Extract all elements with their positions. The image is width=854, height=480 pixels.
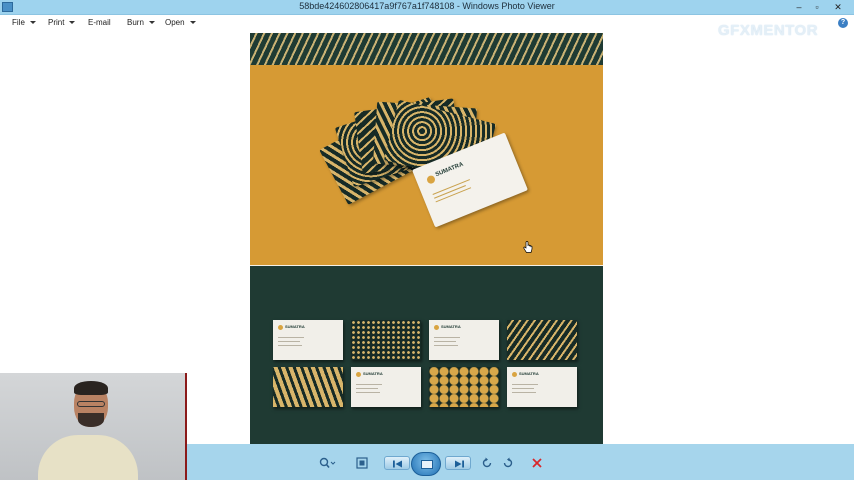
chevron-down-icon	[69, 21, 76, 25]
business-card-zebra-pattern	[507, 320, 577, 360]
business-card-giraffe-pattern	[429, 367, 499, 407]
menu-print[interactable]: Print	[48, 18, 76, 27]
menu-file[interactable]: File	[12, 18, 36, 27]
maximize-button[interactable]: ▫	[808, 0, 826, 14]
business-card-dot-pattern	[351, 320, 421, 360]
displayed-image: SUMATRA SUMATRA SUMATRA SUMATRA SUMATRA	[250, 33, 603, 444]
business-card-front: SUMATRA	[351, 367, 421, 407]
card-text-line	[512, 388, 534, 389]
card-text-line	[356, 384, 382, 385]
card-text-line	[278, 341, 300, 342]
card-text-line	[356, 392, 380, 393]
next-button[interactable]	[445, 456, 471, 470]
card-text-line	[278, 345, 302, 346]
next-icon	[455, 460, 464, 468]
title-bar: 58bde424602806417a9f767a1f748108 - Windo…	[0, 0, 854, 15]
menu-burn-label: Burn	[127, 18, 144, 27]
sun-logo-icon	[434, 325, 439, 330]
previous-button[interactable]	[384, 456, 410, 470]
chevron-down-icon	[148, 21, 155, 25]
menu-open-label: Open	[165, 18, 185, 27]
card-text-line	[434, 337, 460, 338]
card-text-line	[432, 179, 470, 195]
stripe-pattern-band	[250, 33, 603, 65]
card-brand-text: SUMATRA	[441, 324, 461, 329]
slideshow-button[interactable]	[411, 452, 441, 476]
card-text-line	[512, 384, 538, 385]
actual-size-icon[interactable]	[356, 457, 368, 471]
chevron-down-icon	[189, 21, 196, 25]
slideshow-icon	[421, 460, 433, 469]
previous-icon	[393, 460, 402, 468]
card-brand-text: SUMATRA	[434, 161, 465, 179]
card-text-line	[356, 388, 378, 389]
chevron-down-icon	[29, 21, 36, 25]
business-card-tiger-pattern	[273, 367, 343, 407]
menu-file-label: File	[12, 18, 25, 27]
sun-logo-icon	[512, 372, 517, 377]
menu-open[interactable]: Open	[165, 18, 196, 27]
webcam-overlay	[0, 373, 187, 480]
card-text-line	[434, 345, 458, 346]
glasses	[77, 401, 105, 407]
business-card-front: SUMATRA	[273, 320, 343, 360]
sun-logo-icon	[356, 372, 361, 377]
card-text-line	[434, 341, 456, 342]
fanned-cards-photo: SUMATRA	[250, 65, 603, 265]
business-card-front: SUMATRA	[429, 320, 499, 360]
menu-email-label: E-mail	[88, 18, 111, 27]
rotate-counterclockwise-icon[interactable]	[481, 457, 493, 471]
rotate-clockwise-icon[interactable]	[502, 457, 514, 471]
card-text-line	[278, 337, 304, 338]
card-brand-text: SUMATRA	[363, 371, 383, 376]
channel-watermark-logo: GFXMENTOR	[718, 22, 819, 39]
delete-icon[interactable]	[531, 457, 543, 471]
business-card-front: SUMATRA	[507, 367, 577, 407]
card-brand-text: SUMATRA	[285, 324, 305, 329]
card-text-line	[512, 392, 536, 393]
viewer-toolbar	[187, 444, 854, 480]
hand-cursor-icon	[523, 241, 533, 253]
help-icon[interactable]: ?	[838, 18, 848, 28]
card-brand-text: SUMATRA	[519, 371, 539, 376]
menu-print-label: Print	[48, 18, 65, 27]
menu-burn[interactable]: Burn	[127, 18, 155, 27]
minimize-button[interactable]: –	[790, 0, 808, 14]
card-grid-photo: SUMATRA SUMATRA SUMATRA SUMATRA	[250, 266, 603, 444]
magnifier-icon[interactable]	[318, 457, 336, 471]
photo-viewer-window: 58bde424602806417a9f767a1f748108 - Windo…	[0, 0, 854, 480]
window-title: 58bde424602806417a9f767a1f748108 - Windo…	[299, 1, 555, 11]
sun-logo-icon	[278, 325, 283, 330]
close-button[interactable]: ✕	[826, 0, 850, 14]
menu-email[interactable]: E-mail	[88, 18, 111, 27]
sun-logo-icon	[425, 174, 437, 185]
